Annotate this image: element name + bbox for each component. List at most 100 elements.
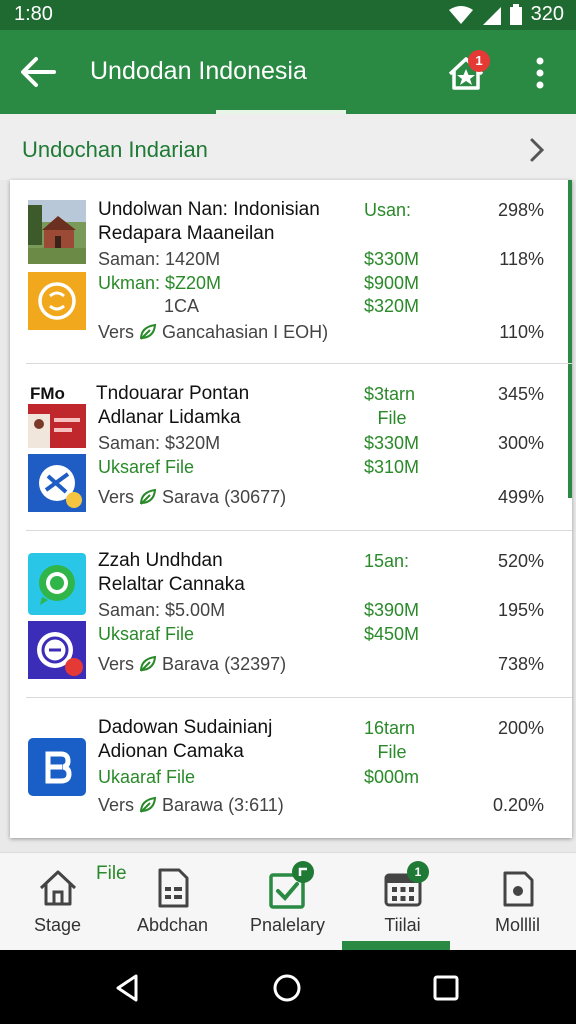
item-metric: $330M: [364, 249, 420, 269]
item-green-label: Uksaref File: [98, 457, 195, 477]
item-percent: 300%: [497, 433, 544, 453]
corner-arrow-icon: [298, 867, 307, 876]
home-circle-icon[interactable]: [271, 972, 303, 1004]
list-item[interactable]: Dadowan Sudainianj Adionan Camaka Ukaara…: [10, 698, 572, 838]
item-version: Vers Gancahasian I EOH): [98, 321, 328, 343]
more-vert-icon[interactable]: [528, 54, 552, 92]
battery-level: 320: [530, 3, 564, 25]
item-name-line2: Adlanar Lidamka: [98, 407, 241, 428]
storage-icon: [503, 871, 534, 907]
leaf-icon: [140, 488, 157, 505]
item-metric: $330M: [364, 433, 420, 453]
nav-label: Tiilai: [384, 915, 421, 935]
chevron-right-icon[interactable]: [526, 136, 548, 164]
item-green-label: Ukaaraf File: [98, 767, 196, 787]
item-metric: $320M: [364, 296, 420, 316]
chat-app-icon: [28, 553, 86, 615]
item-percent: 110%: [499, 322, 544, 342]
item-green-label: Uksaraf File: [98, 624, 195, 644]
fmo-brand: FMo: [30, 384, 65, 403]
item-percent: 298%: [497, 200, 544, 220]
item-saman: Saman: $5.00M: [98, 600, 226, 620]
nav-item-abdchan[interactable]: Abdchan: [115, 853, 230, 951]
nav-label: Molllil: [495, 915, 540, 935]
version-text: Barava (32397): [162, 654, 287, 674]
item-name-line2: Adionan Camaka: [98, 741, 244, 762]
app-logo-orange-icon: [28, 272, 86, 330]
item-version: Vers Barawa (3:611): [98, 794, 284, 816]
arrow-left-icon[interactable]: [18, 54, 58, 90]
notification-badge: 1: [468, 50, 490, 72]
item-metric-label: File: [377, 742, 407, 762]
version-text: Sarava (30677): [162, 487, 287, 507]
status-bar: 1:80 320: [0, 0, 576, 30]
item-metric-label: 16tarn: [364, 718, 416, 738]
item-percent: 195%: [497, 600, 544, 620]
list-item[interactable]: Zzah Undhdan Relaltar Cannaka Saman: $5.…: [10, 531, 572, 698]
app-bar: Undodan Indonesia 1: [0, 30, 576, 114]
nav-item-stage[interactable]: Stage: [0, 853, 115, 951]
version-label: Vers: [98, 322, 135, 342]
list-item[interactable]: FMo Tndouarar Pontan Adlanar Lidamka Sam…: [10, 364, 572, 531]
item-name-line2: Redapara Maaneilan: [98, 223, 275, 244]
battery-icon: [509, 3, 522, 25]
nav-item-pnalelary[interactable]: Pnalelary: [230, 853, 345, 951]
item-percent: 520%: [497, 551, 544, 571]
item-percent: 345%: [497, 384, 544, 404]
nav-label: Stage: [33, 915, 82, 935]
recents-square-icon[interactable]: [430, 972, 462, 1004]
nav-label: Abdchan: [136, 915, 209, 935]
item-metric: $390M: [364, 600, 420, 620]
item-metric-label: 15an:: [364, 551, 410, 571]
version-label: Vers: [98, 487, 135, 507]
fmo-poster-icon: [28, 404, 86, 448]
item-version: Vers Barava (32397): [98, 653, 286, 675]
nav-item-tiilai[interactable]: 1 Tiilai: [345, 853, 460, 951]
version-label: Vers: [98, 795, 135, 815]
item-metric: $310M: [364, 457, 420, 477]
item-saman: Saman: $320M: [98, 433, 221, 453]
item-metric-label: File: [377, 408, 407, 428]
item-metric: $900M: [364, 273, 420, 293]
leaf-icon: [140, 655, 157, 672]
item-green-label: Ukman: $Z20M: [98, 273, 222, 293]
house-photo-thumbnail: [28, 200, 86, 264]
item-metric-label: $3tarn: [364, 384, 416, 404]
nav-label: Pnalelary: [249, 915, 326, 935]
version-text: Barawa (3:611): [162, 795, 284, 815]
item-percent: 200%: [497, 718, 544, 738]
version-label: Vers: [98, 654, 135, 674]
signal-icon: [482, 6, 501, 25]
item-saman: Saman: 1420M: [98, 249, 221, 269]
app-logo-purple-icon: [28, 621, 86, 679]
item-percent: 118%: [499, 249, 544, 269]
item-name-line1: Dadowan Sudainianj: [98, 717, 273, 738]
list-item[interactable]: Undolwan Nan: Indonisian Redapara Maanei…: [10, 180, 572, 364]
nav-badge: 1: [407, 861, 429, 883]
item-name-line1: Zzah Undhdan: [98, 550, 223, 571]
section-title: Undochan Indarian: [22, 137, 208, 162]
bottom-nav: File Stage Abdchan Pnalelary 1 Tiilai Mo…: [0, 852, 576, 951]
home-icon: [39, 870, 77, 906]
fmo-thumbnail: FMo: [28, 384, 86, 448]
app-logo-b-icon: [28, 738, 86, 796]
item-metric-label: Usan:: [364, 200, 412, 220]
item-percent: 0.20%: [492, 795, 544, 815]
back-triangle-icon[interactable]: [112, 972, 144, 1004]
page-title: Undodan Indonesia: [90, 57, 307, 85]
item-metric: $000m: [364, 767, 420, 787]
nav-item-molllil[interactable]: Molllil: [460, 853, 575, 951]
item-metric: $450M: [364, 624, 420, 644]
results-card: Undolwan Nan: Indonisian Redapara Maanei…: [10, 180, 572, 838]
document-icon: [158, 868, 189, 908]
item-version: Vers Sarava (30677): [98, 486, 286, 508]
item-name-line1: Tndouarar Pontan: [96, 383, 250, 404]
leaf-icon: [140, 796, 157, 813]
item-sub: 1CA: [164, 296, 200, 316]
item-percent: 738%: [497, 654, 544, 674]
item-name-line1: Undolwan Nan: Indonisian: [98, 199, 320, 220]
system-nav-bar: [0, 950, 576, 1024]
section-header[interactable]: Undochan Indarian: [0, 114, 576, 180]
status-time: 1:80: [14, 3, 53, 25]
app-logo-blue-icon: [28, 454, 86, 512]
